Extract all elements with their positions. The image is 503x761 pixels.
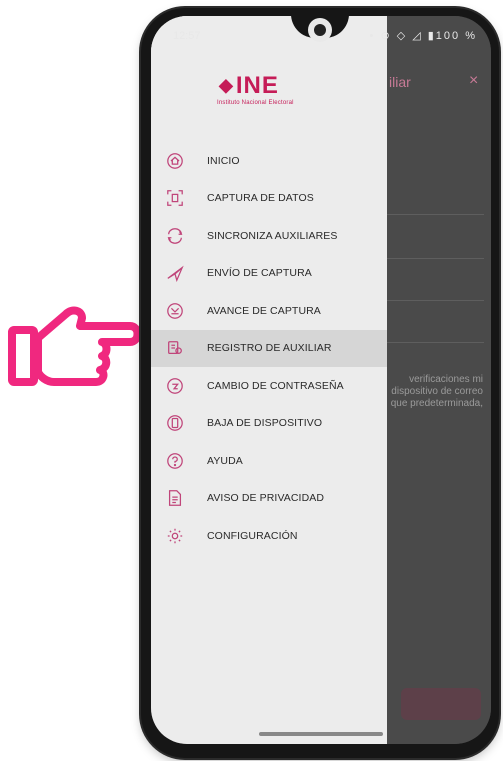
- camera-icon: [308, 18, 332, 42]
- navigation-drawer: ◆INE Instituto Nacional Electoral INICIO…: [151, 16, 387, 744]
- status-time: 12:57: [173, 30, 201, 42]
- menu-item-label: CONFIGURACIÓN: [207, 529, 298, 542]
- home-icon: [165, 151, 185, 171]
- logo-text: INE: [235, 72, 279, 99]
- phone-frame: iliar × verificaciones mi dispositivo de…: [141, 8, 499, 758]
- progress-icon: [165, 301, 185, 321]
- phone-screen: iliar × verificaciones mi dispositivo de…: [151, 16, 491, 744]
- home-indicator[interactable]: [259, 732, 383, 736]
- device-icon: [165, 413, 185, 433]
- menu-item-ayuda[interactable]: AYUDA: [151, 442, 387, 480]
- menu-item-label: AVANCE DE CAPTURA: [207, 304, 321, 317]
- background-close-icon: ×: [469, 72, 479, 89]
- menu-item-registro-de-auxiliar[interactable]: REGISTRO DE AUXILIAR: [151, 329, 387, 367]
- scan-icon: [165, 188, 185, 208]
- menu-item-envio-de-captura[interactable]: ENVÍO DE CAPTURA: [151, 255, 387, 293]
- diamond-icon: ◆: [219, 75, 234, 95]
- menu-item-cambio-de-contrasena[interactable]: CAMBIO DE CONTRASEÑA: [151, 367, 387, 405]
- menu-item-label: CAPTURA DE DATOS: [207, 192, 314, 205]
- menu-item-label: INICIO: [207, 154, 240, 167]
- menu-item-label: BAJA DE DISPOSITIVO: [207, 417, 323, 430]
- drawer-menu: INICIO CAPTURA DE DATOS SINCRONIZA AUXIL…: [151, 142, 387, 555]
- password-icon: [165, 376, 185, 396]
- menu-item-configuracion[interactable]: CONFIGURACIÓN: [151, 517, 387, 555]
- background-field: [376, 184, 484, 215]
- menu-item-label: SINCRONIZA AUXILIARES: [207, 229, 338, 242]
- menu-item-label: REGISTRO DE AUXILIAR: [207, 342, 332, 355]
- sync-icon: [165, 226, 185, 246]
- menu-item-avance-de-captura[interactable]: AVANCE DE CAPTURA: [151, 292, 387, 330]
- menu-item-label: AYUDA: [207, 454, 243, 467]
- pointing-hand-icon: [8, 306, 142, 386]
- menu-item-sincroniza-auxiliares[interactable]: SINCRONIZA AUXILIARES: [151, 217, 387, 255]
- menu-item-aviso-de-privacidad[interactable]: AVISO DE PRIVACIDAD: [151, 480, 387, 518]
- ine-logo: ◆INE: [219, 72, 279, 100]
- background-field: [376, 312, 484, 343]
- status-icons: • ⊙ ◇ ◿ ▮100 %: [369, 30, 477, 42]
- register-icon: [165, 338, 185, 358]
- help-icon: [165, 451, 185, 471]
- menu-item-captura-de-datos[interactable]: CAPTURA DE DATOS: [151, 180, 387, 218]
- background-app-title: iliar: [389, 74, 411, 90]
- stage: iliar × verificaciones mi dispositivo de…: [0, 0, 503, 761]
- send-icon: [165, 263, 185, 283]
- background-field: [376, 270, 484, 301]
- menu-item-baja-de-dispositivo[interactable]: BAJA DE DISPOSITIVO: [151, 405, 387, 443]
- menu-item-label: ENVÍO DE CAPTURA: [207, 267, 312, 280]
- privacy-icon: [165, 488, 185, 508]
- menu-item-label: AVISO DE PRIVACIDAD: [207, 492, 325, 505]
- menu-item-label: CAMBIO DE CONTRASEÑA: [207, 379, 344, 392]
- background-button: [401, 688, 481, 720]
- logo-subtitle: Instituto Nacional Electoral: [217, 100, 294, 106]
- background-paragraph: verificaciones mi dispositivo de correo …: [390, 374, 483, 409]
- settings-icon: [165, 526, 185, 546]
- background-field: [376, 228, 484, 259]
- menu-item-inicio[interactable]: INICIO: [151, 142, 387, 180]
